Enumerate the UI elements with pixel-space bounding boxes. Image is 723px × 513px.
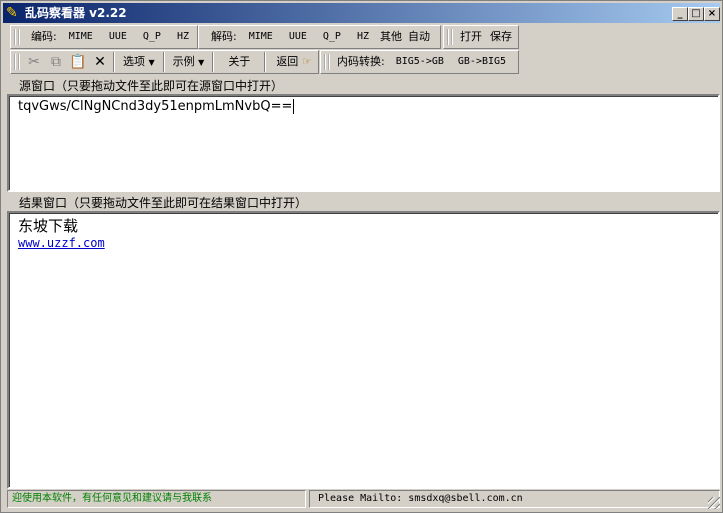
options-dropdown[interactable]: 选项 ▼ [117, 52, 161, 73]
toolbar-grip[interactable] [447, 29, 453, 45]
toolbar-grip[interactable] [324, 54, 330, 70]
source-label: 源窗口（只要拖动文件至此即可在源窗口中打开） [19, 79, 284, 93]
gb-to-big5-button[interactable]: GB->BIG5 [451, 52, 513, 72]
file-toolbar: 打开 保存 [443, 25, 519, 49]
maximize-button[interactable]: □ [688, 7, 704, 21]
encode-qp-button[interactable]: Q_P [135, 27, 169, 47]
result-output[interactable]: 东坡下载 www.uzzf.com [7, 211, 720, 489]
status-mailto: Please Mailto: smsdxq@sbell.com.cn [309, 490, 720, 508]
pointing-hand-icon: ☞ [301, 55, 312, 68]
chevron-down-icon: ▼ [148, 57, 155, 67]
big5-to-gb-button[interactable]: BIG5->GB [389, 52, 451, 72]
toolbar-grip[interactable] [14, 54, 20, 70]
decode-toolbar: 解码: MIME UUE Q_P HZ 其他 自动 [198, 25, 441, 49]
copy-icon[interactable]: ⧉ [45, 54, 67, 70]
text-cursor [293, 99, 295, 114]
separator [212, 52, 215, 72]
encode-mime-button[interactable]: MIME [61, 27, 101, 47]
result-label: 结果窗口（只要拖动文件至此即可在结果窗口中打开） [19, 196, 308, 210]
decode-other-button[interactable]: 其他 [377, 27, 405, 47]
decode-hz-button[interactable]: HZ [349, 27, 377, 47]
decode-qp-button[interactable]: Q_P [315, 27, 349, 47]
encode-hz-button[interactable]: HZ [169, 27, 197, 47]
result-line: 东坡下载 [18, 217, 79, 235]
about-button[interactable]: 关于 [216, 52, 262, 72]
separator [113, 52, 115, 72]
encode-uue-button[interactable]: UUE [101, 27, 135, 47]
resize-grip[interactable] [708, 497, 720, 509]
status-welcome: 迎使用本软件，有任何意见和建议请与我联系 [7, 490, 306, 508]
encode-label: 编码: [31, 30, 57, 43]
save-button[interactable]: 保存 [486, 27, 516, 47]
source-input[interactable]: tqvGws/ClNgNCnd3dy51enpmLmNvbQ== [7, 94, 720, 192]
back-label: 返回 [276, 55, 299, 68]
minimize-button[interactable]: _ [672, 7, 688, 21]
options-label: 选项 [123, 54, 145, 68]
result-link[interactable]: www.uzzf.com [18, 236, 105, 250]
separator [264, 52, 267, 72]
chevron-down-icon: ▼ [198, 57, 205, 67]
close-button[interactable]: × [704, 7, 720, 21]
examples-dropdown[interactable]: 示例 ▼ [167, 52, 211, 73]
edit-toolbar: ✂ ⧉ 📋 ✕ 选项 ▼ 示例 ▼ 关于 返回 ☞ [10, 50, 319, 74]
app-icon: ✎ [6, 5, 18, 21]
source-text: tqvGws/ClNgNCnd3dy51enpmLmNvbQ== [18, 99, 293, 114]
back-button[interactable]: 返回 ☞ [268, 52, 315, 72]
decode-uue-button[interactable]: UUE [281, 27, 315, 47]
decode-label: 解码: [211, 30, 237, 43]
convert-label: 内码转换: [337, 55, 385, 68]
cut-icon[interactable]: ✂ [23, 54, 45, 70]
delete-icon[interactable]: ✕ [89, 54, 111, 70]
encode-toolbar: 编码: MIME UUE Q_P HZ [10, 25, 198, 49]
open-button[interactable]: 打开 [456, 27, 486, 47]
window-title: 乱码察看器 v2.22 [25, 6, 127, 20]
toolbar-grip[interactable] [14, 29, 20, 45]
decode-mime-button[interactable]: MIME [241, 27, 281, 47]
convert-toolbar: 内码转换: BIG5->GB GB->BIG5 [320, 50, 519, 74]
decode-auto-button[interactable]: 自动 [405, 27, 433, 47]
separator [162, 52, 165, 72]
examples-label: 示例 [172, 54, 195, 68]
paste-icon[interactable]: 📋 [67, 54, 89, 70]
title-bar: ✎ 乱码察看器 v2.22 _ □ × [3, 3, 720, 23]
